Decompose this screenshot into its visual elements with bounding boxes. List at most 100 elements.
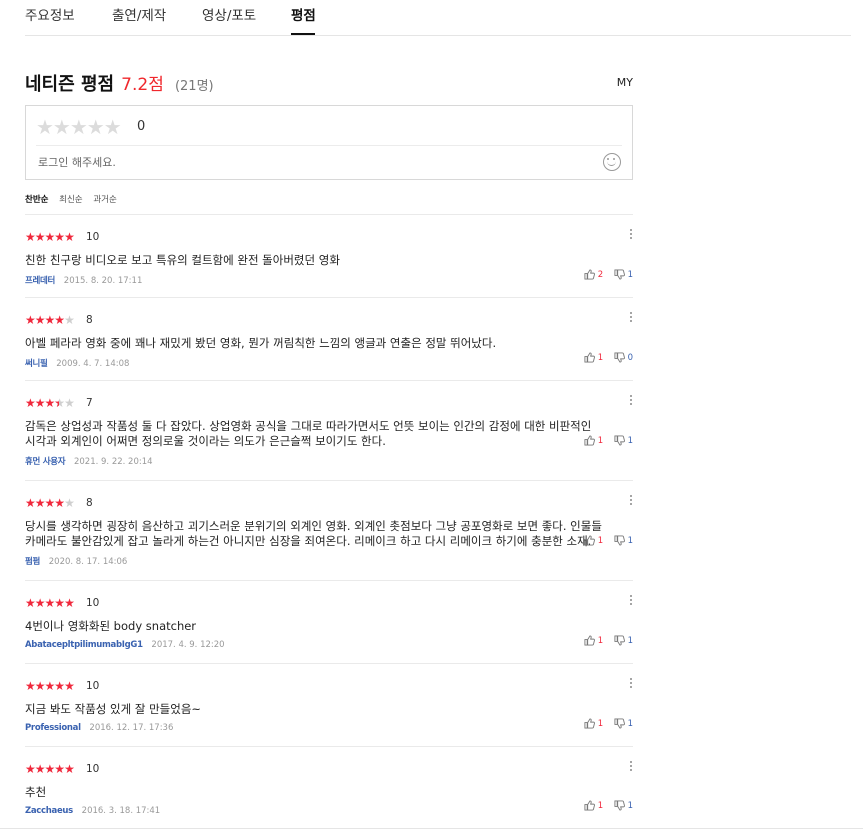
like-button[interactable]: 1: [584, 718, 603, 729]
more-options-icon[interactable]: [629, 761, 633, 773]
tab-ratings[interactable]: 평점: [291, 4, 316, 24]
review-item: ★★★★★ 10 친한 친구랑 비디오로 보고 특유의 컬트함에 완전 돌아버렸…: [25, 214, 633, 297]
review-votes: 1 1: [576, 800, 633, 814]
thumbs-up-icon: [584, 635, 595, 646]
review-author[interactable]: AbatacepltpilimumabIgG1: [25, 640, 143, 650]
review-date: 2016. 3. 18. 17:41: [81, 806, 161, 816]
more-options-icon[interactable]: [629, 312, 633, 324]
like-button[interactable]: 1: [584, 635, 603, 646]
dislike-count: 1: [627, 719, 633, 729]
thumbs-up-icon: [584, 535, 595, 546]
dislike-button[interactable]: 1: [614, 718, 633, 729]
review-score: 10: [86, 597, 100, 609]
smile-icon[interactable]: [603, 153, 621, 171]
comment-input[interactable]: 로그인 해주세요.: [38, 154, 116, 170]
rating-header: 네티즌 평점 7.2점 (21명) MY: [25, 70, 633, 96]
review-item: ★★★★★★ 7 감독은 상업성과 작품성 둘 다 잡았다. 상업영화 공식을 …: [25, 380, 633, 480]
review-score: 8: [86, 314, 93, 326]
thumbs-up-icon: [584, 352, 595, 363]
review-text: 4번이나 영화화된 body snatcher: [25, 619, 197, 633]
review-votes: 1 1: [576, 718, 633, 732]
review-item: ★★★★★ 10 4번이나 영화화된 body snatcher Abatace…: [25, 580, 633, 663]
review-star-rating: ★★★★★: [25, 313, 75, 327]
review-meta: 프레데터 2015. 8. 20. 17:11: [25, 274, 633, 288]
tab-cast-crew[interactable]: 출연/제작: [112, 4, 166, 24]
tab-main-info[interactable]: 주요정보: [25, 4, 75, 24]
thumbs-down-icon: [614, 800, 625, 811]
more-options-icon[interactable]: [629, 495, 633, 507]
dislike-count: 1: [627, 536, 633, 546]
review-votes: 2 1: [576, 269, 633, 283]
review-score: 10: [86, 680, 100, 692]
review-text: 아벨 페라라 영화 중에 꽤나 재밌게 봤던 영화, 뭔가 꺼림칙한 느낌의 앵…: [25, 336, 497, 350]
review-votes: 1 1: [576, 535, 633, 549]
divider: [36, 145, 622, 146]
thumbs-up-icon: [584, 435, 595, 446]
my-rating-link[interactable]: MY: [617, 76, 633, 89]
review-date: 2017. 4. 9. 12:20: [151, 640, 225, 650]
review-star-rating: ★★★★★: [25, 496, 75, 510]
dislike-button[interactable]: 1: [614, 800, 633, 811]
review-author[interactable]: 펌펌: [25, 557, 40, 567]
review-author[interactable]: Professional: [25, 723, 81, 733]
review-text: 감독은 상업성과 작품성 둘 다 잡았다. 상업영화 공식을 그대로 따라가면서…: [25, 419, 592, 448]
dislike-button[interactable]: 1: [614, 635, 633, 646]
tab-bar: 주요정보 출연/제작 영상/포토 평점: [25, 0, 851, 36]
review-meta: Professional 2016. 12. 17. 17:36: [25, 723, 633, 737]
like-count: 1: [597, 536, 604, 546]
sort-by-votes[interactable]: 찬반순: [25, 195, 48, 205]
review-score: 10: [86, 231, 100, 243]
more-options-icon[interactable]: [629, 595, 633, 607]
dislike-count: 1: [627, 636, 633, 646]
like-count: 1: [597, 636, 604, 646]
dislike-button[interactable]: 1: [614, 435, 633, 446]
review-author[interactable]: 프레데터: [25, 276, 55, 286]
dislike-count: 1: [627, 801, 633, 811]
review-star-rating: ★★★★★: [25, 230, 75, 244]
input-score: 0: [137, 119, 146, 134]
sort-by-oldest[interactable]: 과거순: [93, 195, 116, 205]
review-date: 2009. 4. 7. 14:08: [56, 359, 130, 369]
thumbs-up-icon: [584, 800, 595, 811]
review-meta: 펌펌 2020. 8. 17. 14:06: [25, 555, 633, 569]
tab-video-photo[interactable]: 영상/포토: [202, 4, 256, 24]
review-item: ★★★★★ 10 지금 봐도 작품성 있게 잘 만들었음~ Profession…: [25, 663, 633, 746]
like-button[interactable]: 2: [584, 269, 603, 280]
review-score: 8: [86, 497, 93, 509]
like-button[interactable]: 1: [584, 352, 603, 363]
review-author[interactable]: 써니필: [25, 359, 48, 369]
review-votes: 1 1: [576, 635, 633, 649]
dislike-button[interactable]: 0: [614, 352, 633, 363]
review-item: ★★★★★ 10 추천 Zacchaeus 2016. 3. 18. 17:41…: [25, 746, 633, 829]
dislike-button[interactable]: 1: [614, 269, 633, 280]
review-meta: 써니필 2009. 4. 7. 14:08: [25, 357, 633, 371]
more-options-icon[interactable]: [629, 678, 633, 690]
review-text: 당시를 생각하면 굉장히 음산하고 괴기스러운 분위기의 외계인 영화. 외계인…: [25, 519, 602, 548]
like-count: 1: [597, 801, 604, 811]
like-button[interactable]: 1: [584, 800, 603, 811]
review-author[interactable]: 휴먼 사용자: [25, 457, 66, 467]
sort-options: 찬반순 최신순 과거순: [25, 193, 125, 205]
like-button[interactable]: 1: [584, 535, 603, 546]
review-text: 친한 친구랑 비디오로 보고 특유의 컬트함에 완전 돌아버렸던 영화: [25, 253, 340, 267]
review-score: 7: [86, 397, 93, 409]
more-options-icon[interactable]: [629, 395, 633, 407]
sort-by-newest[interactable]: 최신순: [59, 195, 82, 205]
more-options-icon[interactable]: [629, 229, 633, 241]
review-star-rating: ★★★★★: [25, 762, 75, 776]
review-author[interactable]: Zacchaeus: [25, 806, 73, 816]
dislike-button[interactable]: 1: [614, 535, 633, 546]
review-text: 지금 봐도 작품성 있게 잘 만들었음~: [25, 702, 202, 716]
dislike-count: 1: [627, 436, 633, 446]
review-star-rating: ★★★★★: [25, 679, 75, 693]
thumbs-down-icon: [614, 269, 625, 280]
review-star-rating: ★★★★★: [25, 596, 75, 610]
like-count: 2: [597, 270, 604, 280]
review-meta: Zacchaeus 2016. 3. 18. 17:41: [25, 806, 633, 820]
review-score: 10: [86, 763, 100, 775]
review-votes: 1 1: [576, 435, 633, 449]
review-date: 2016. 12. 17. 17:36: [89, 723, 174, 733]
like-button[interactable]: 1: [584, 435, 603, 446]
star-rating-input[interactable]: ★★★★★: [36, 115, 122, 139]
thumbs-down-icon: [614, 718, 625, 729]
